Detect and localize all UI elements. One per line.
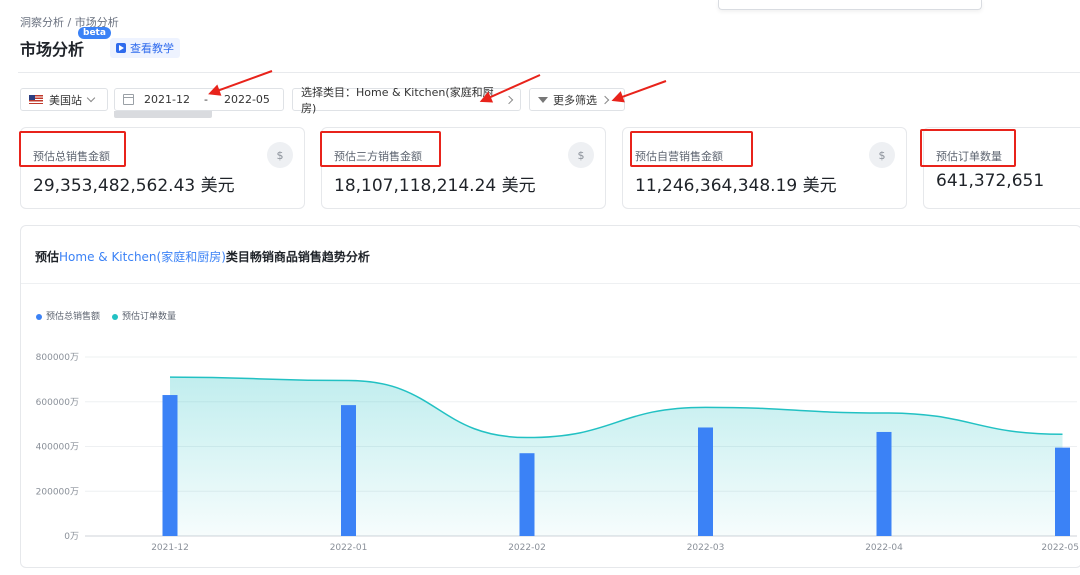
date-range-picker[interactable]: 2021-12 - 2022-05 [114,88,284,111]
annotation-box [320,131,441,167]
x-tick-label: 2022-05 [1041,543,1079,553]
y-tick-label: 400000万 [36,443,79,453]
y-tick-label: 0万 [64,532,79,542]
y-tick-label: 600000万 [36,398,79,408]
bar [698,427,713,536]
annotation-box [920,129,1016,167]
chevron-right-icon [600,95,610,104]
bar [341,405,356,536]
tutorial-label: 查看教学 [130,42,174,55]
x-tick-label: 2022-03 [687,543,725,553]
trend-chart: 0万 200000万 400000万 600000万 800000万 2021-12 202… [36,353,1079,553]
chevron-down-icon [86,93,96,103]
trend-chart-panel: 预估Home & Kitchen(家庭和厨房)类目畅销商品销售趋势分析 预估总销… [20,225,1080,568]
date-end[interactable]: 2022-05 [224,93,270,106]
filter-icon [538,96,548,103]
dollar-icon: $ [267,142,293,168]
bar [1055,447,1070,536]
dollar-icon: $ [568,142,594,168]
us-flag-icon [29,95,43,104]
x-tick-label: 2021-12 [151,543,189,553]
y-tick-label: 800000万 [36,353,79,363]
annotation-box [630,131,753,167]
category-select-label: 选择类目：Home & Kitchen(家庭和厨房) [301,85,494,115]
dollar-icon: $ [869,142,895,168]
area-fill [170,377,1063,536]
chevron-right-icon [504,95,514,104]
divider [18,72,1080,73]
page-title: 市场分析 [20,40,85,59]
date-separator: - [203,93,208,106]
metric-value: 29,353,482,562.43 美元 [33,176,235,196]
tutorial-button[interactable]: 查看教学 [110,38,180,58]
date-tooltip [114,111,212,118]
y-tick-label: 200000万 [36,487,79,497]
beta-badge: beta [78,27,111,39]
bar [876,431,892,536]
bar [162,395,178,536]
date-start[interactable]: 2021-12 [144,93,190,106]
metric-value: 18,107,118,214.24 美元 [334,176,536,196]
metric-value: 641,372,651 [936,171,1045,191]
x-tick-label: 2022-04 [865,543,903,553]
site-select-label: 美国站 [49,93,82,107]
site-select[interactable]: 美国站 [20,88,108,111]
x-tick-label: 2022-02 [508,543,546,553]
calendar-icon [123,94,134,105]
metric-value: 11,246,364,348.19 美元 [635,176,837,196]
annotation-box [19,131,126,167]
dropdown-popover [718,0,982,10]
play-icon [116,43,126,53]
page: 洞察分析 / 市场分析 市场分析 beta 查看教学 美国站 2021-12 -… [0,0,1080,575]
bar [519,453,535,536]
x-tick-label: 2022-01 [330,543,368,553]
more-filters-label: 更多筛选 [553,93,597,107]
